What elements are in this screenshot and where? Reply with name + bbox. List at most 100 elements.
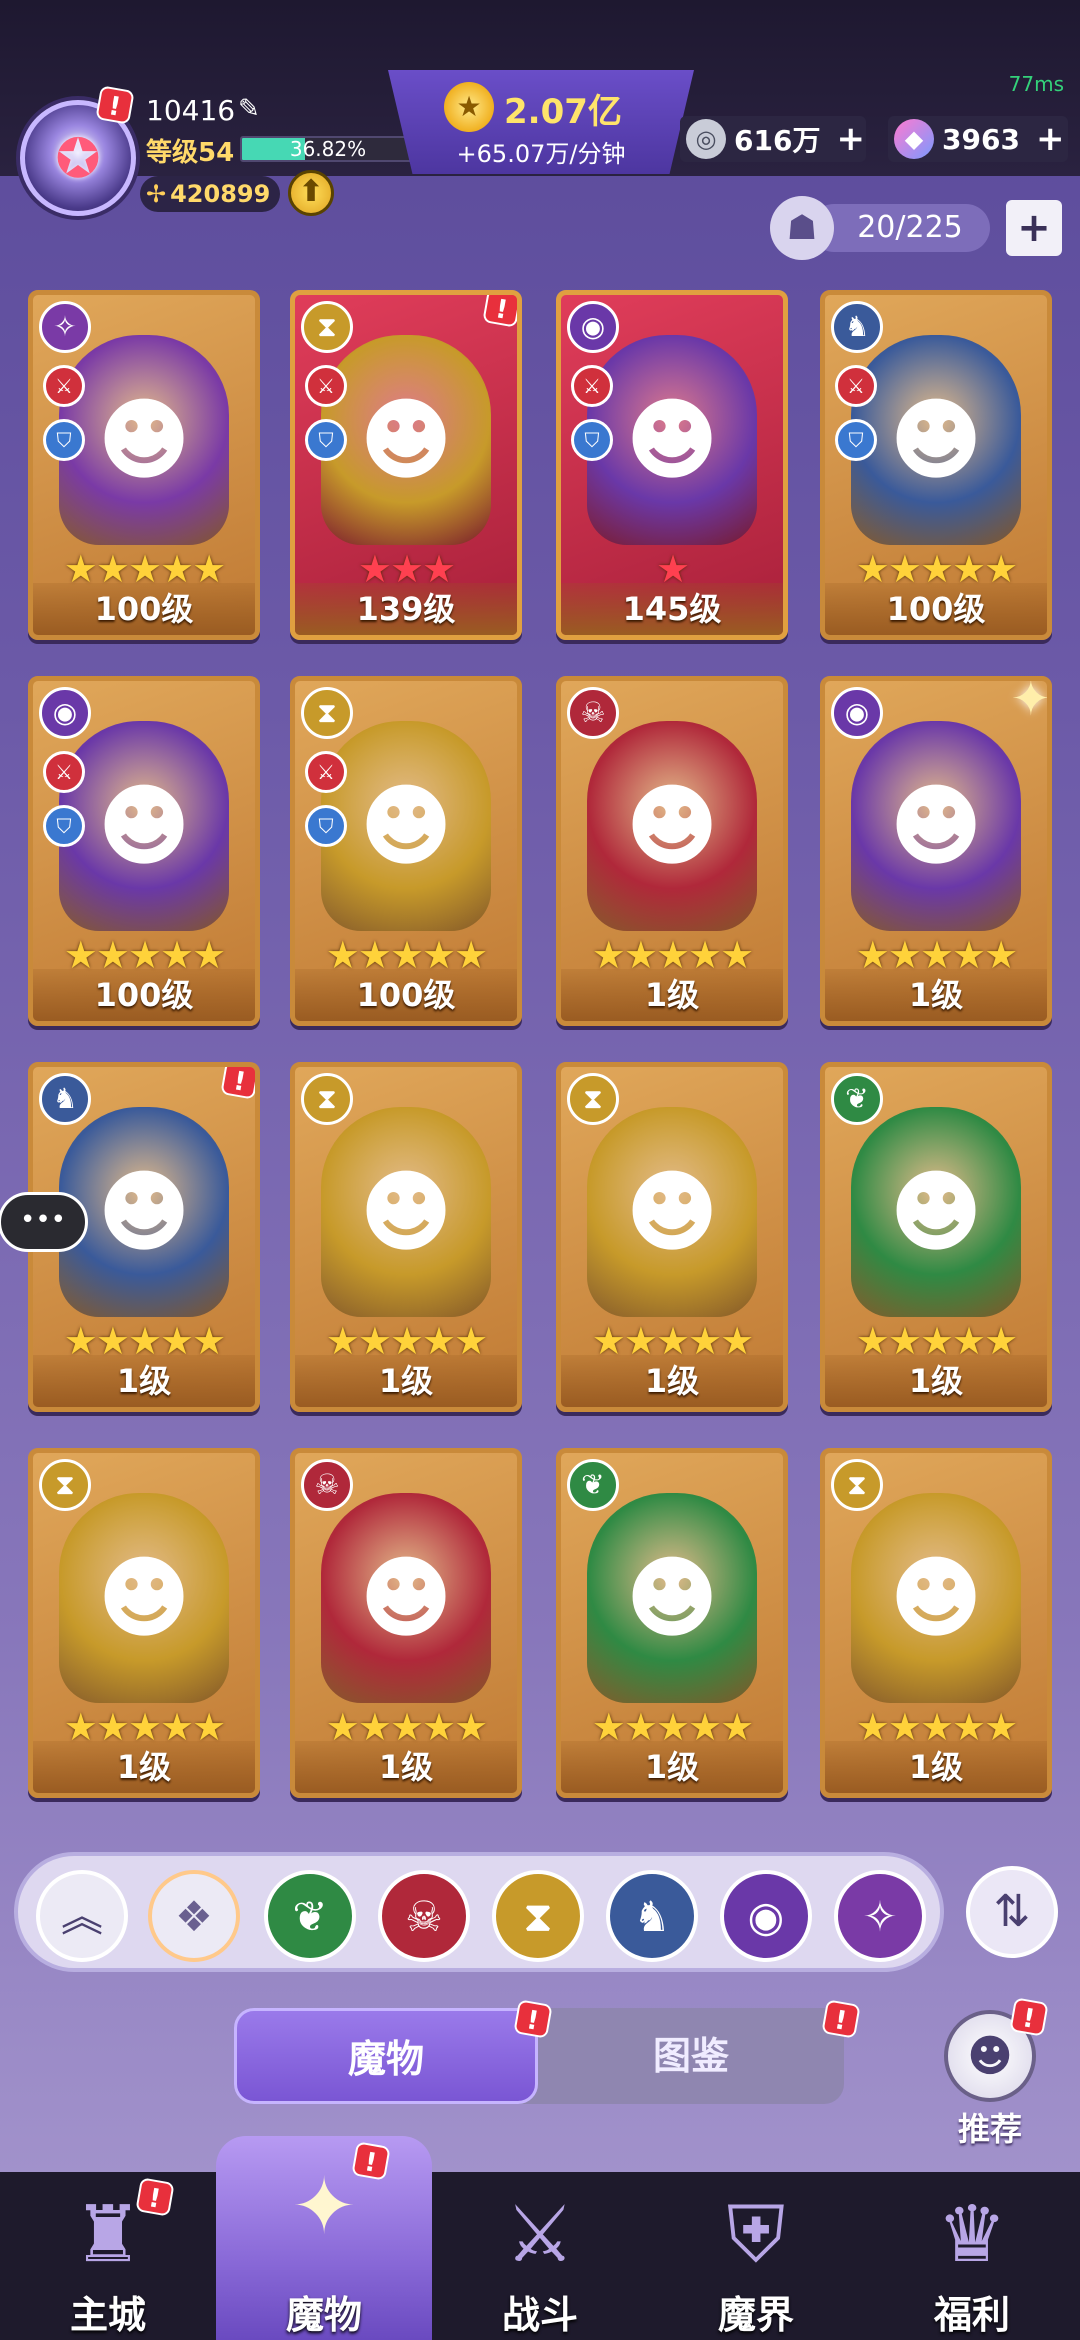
monster-alert-icon: ! [220,1067,255,1100]
monster-level: 139级 [295,583,517,635]
hourglass-faction-icon: ⧗ [39,1459,91,1511]
monster-card[interactable]: ☻ ◉ ⚔ ⛉ ★ 145级 [556,290,788,640]
nav-sword-shield[interactable]: ⚔ 战斗 [432,2172,648,2340]
sparkle-icon: ✦ [1010,676,1051,727]
monster-card[interactable]: ☻ ❦ ★★★★★ 1级 [556,1448,788,1798]
hourglass-faction-icon: ⧗ [301,687,353,739]
filter-mask-button[interactable]: ☠ [378,1870,470,1962]
monster-level: 1级 [295,1741,517,1793]
demon-realm-icon: ⛨ [726,2190,786,2280]
tab-codex[interactable]: 图鉴 [538,2008,844,2104]
monster-card[interactable]: ☻ ⧗ ★★★★★ 1级 [290,1062,522,1412]
monster-alert-icon: ! [482,295,517,328]
monster-level: 100级 [33,583,255,635]
mask-faction-icon: ☠ [567,687,619,739]
gold-panel[interactable]: ★ 2.07亿 +65.07万/分钟 [388,70,694,174]
attack-boost-icon: ⚔ [43,365,85,407]
monster-card[interactable]: ☻ ☠ ★★★★★ 1级 [556,676,788,1026]
mask-faction-icon: ☠ [301,1459,353,1511]
nav-castle[interactable]: ♜ 主城! [0,2172,216,2340]
monster-card[interactable]: ☻ ⧗ ★★★★★ 1级 [28,1448,260,1798]
plant-queen-icon: ☻ [587,1493,757,1703]
masked-lady-icon: ☻ [321,1493,491,1703]
defense-boost-icon: ⛉ [305,805,347,847]
hourglass-icon: ⧗ [523,1892,553,1941]
chat-icon[interactable]: ••• [0,1192,88,1252]
monster-count: 20/225 [810,204,990,252]
nav-demon-realm[interactable]: ⛨ 魔界 [648,2172,864,2340]
hourglass-faction-icon: ⧗ [301,301,353,353]
player-level: 等级54 [146,138,235,168]
filter-eye-button[interactable]: ◉ [720,1870,812,1962]
monster-card[interactable]: ☻ ✧ ⚔ ⛉ ★★★★★ 100级 [28,290,260,640]
defense-boost-icon: ⛉ [835,419,877,461]
monster-level: 1级 [825,1355,1047,1407]
chevron-up-icon: ︽ [60,1892,103,1941]
defense-boost-icon: ⛉ [43,419,85,461]
gold-rate: +65.07万/分钟 [456,140,626,168]
avatar-emblem-icon: ✪ [55,126,101,190]
expand-capacity-button[interactable]: + [1006,200,1062,256]
monster-card[interactable]: ☻ ◉ ★★★★★ 1级 ✦ [820,676,1052,1026]
filter-collapse-button[interactable]: ︽ [36,1870,128,1962]
monster-level: 100级 [33,969,255,1021]
monster-level: 1级 [561,1741,783,1793]
defense-boost-icon: ⛉ [571,419,613,461]
sort-button[interactable]: ⇅ [966,1866,1058,1958]
monster-card[interactable]: ☻ ⧗ ★★★★★ 1级 [556,1062,788,1412]
leaf-faction-icon: ❦ [831,1073,883,1125]
monster-card[interactable]: ☻ ⧗ ★★★★★ 1级 [820,1448,1052,1798]
edit-name-icon[interactable]: ✎ [238,94,260,124]
leaf-faction-icon: ❦ [567,1459,619,1511]
monster-card[interactable]: ☻ ♞ ⚔ ⛉ ★★★★★ 100级 [820,290,1052,640]
silver-resource[interactable]: ◎ 616万 + [680,116,866,162]
armored-knight-icon: ☻ [587,1107,757,1317]
attack-boost-icon: ⚔ [835,365,877,407]
ghost-icon: ☻ [321,1107,491,1317]
dragon-faction-icon: ♞ [831,301,883,353]
arcane-faction-icon: ✧ [39,301,91,353]
filter-leaf-button[interactable]: ❦ [264,1870,356,1962]
gem-resource[interactable]: ◆ 3963 + [888,116,1068,162]
filter-all-button[interactable]: ❖ [148,1870,240,1962]
tab-monster[interactable]: 魔物 [234,2008,538,2104]
monster-level: 100级 [825,583,1047,635]
defense-boost-icon: ⛉ [43,805,85,847]
bottom-nav: ♜ 主城! ✦ 魔物! ⚔ 战斗 ⛨ 魔界 ♛ 福利 [0,2136,1080,2340]
filter-arcane-button[interactable]: ✧ [834,1870,926,1962]
rose-lady-icon: ☻ [851,1493,1021,1703]
power-upgrade-button[interactable]: ⬆ [288,170,334,216]
nav-alert-icon: ! [351,2141,391,2181]
silver-amount: 616万 [734,124,821,157]
filter-hourglass-button[interactable]: ⧗ [492,1870,584,1962]
monster-card[interactable]: ☻ ◉ ⚔ ⛉ ★★★★★ 100级 [28,676,260,1026]
filter-dragon-button[interactable]: ♞ [606,1870,698,1962]
eye-faction-icon: ◉ [831,687,883,739]
nav-treasure-chest[interactable]: ♛ 福利 [864,2172,1080,2340]
hourglass-faction-icon: ⧗ [567,1073,619,1125]
power-sword-icon: ✢ [146,180,167,208]
nav-alert-icon: ! [135,2177,175,2217]
monster-count-bar: 20/225 ☗ + [770,196,1062,260]
monster-card[interactable]: ☻ ❦ ★★★★★ 1级 [820,1062,1052,1412]
recommend-alert-icon: ! [1009,1997,1049,2037]
monster-card[interactable]: ☻ ⧗ ⚔ ⛉ ★★★★★ 100级 [290,676,522,1026]
add-silver-button[interactable]: + [836,119,865,159]
arcane-icon: ✧ [862,1892,898,1941]
nav-monster-flame[interactable]: ✦ 魔物! [216,2136,432,2340]
nav-label: 魔物 [285,2293,362,2337]
add-gem-button[interactable]: + [1036,119,1065,159]
recommend-label: 推荐 [957,2110,1022,2148]
combat-power: ✢ 420899 [140,176,280,212]
avatar-alert-icon: ! [95,85,135,125]
treasure-chest-icon: ♛ [937,2190,1007,2280]
nav-label: 魔界 [717,2293,794,2337]
diamond-grid-icon: ❖ [175,1892,213,1941]
monster-card[interactable]: ☻ ⧗ ⚔ ⛉ ★★★ 139级! [290,290,522,640]
ping-indicator: 77ms [1008,72,1064,96]
leaf-icon: ❦ [292,1892,328,1941]
team-icon: ☻ [967,2031,1013,2082]
sort-icon: ⇅ [993,1886,1031,1937]
monster-card[interactable]: ☻ ☠ ★★★★★ 1级 [290,1448,522,1798]
shark-girl-icon: ☻ [59,1493,229,1703]
